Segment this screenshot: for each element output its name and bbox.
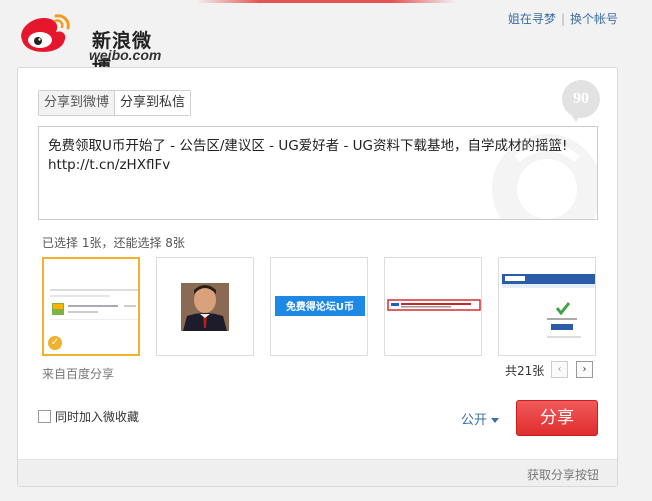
- weibo-logo[interactable]: 新浪微博 weibo.com: [16, 10, 161, 79]
- counter-tail: [570, 113, 582, 122]
- message-textarea[interactable]: 免费领取U币开始了 - 公告区/建议区 - UG爱好者 - UG资料下载基地，自…: [38, 126, 598, 220]
- selected-check-icon: ✓: [48, 336, 62, 350]
- share-dialog: 分享到微博 分享到私信 90 免费领取U币开始了 - 公告区/建议区 - UG爱…: [17, 67, 618, 487]
- visibility-dropdown[interactable]: 公开: [461, 409, 500, 428]
- brand-name-en: weibo.com: [89, 47, 162, 63]
- get-share-button-link[interactable]: 获取分享按钮: [527, 466, 599, 483]
- prev-page-button[interactable]: ‹: [551, 361, 568, 378]
- favorites-checkbox[interactable]: [38, 410, 51, 423]
- visibility-label: 公开: [461, 413, 488, 428]
- tab-share-to-private-message[interactable]: 分享到私信: [115, 91, 191, 115]
- weibo-eye-icon: [21, 14, 70, 52]
- notice-image: [387, 299, 481, 311]
- thumbnail-4[interactable]: [384, 257, 482, 356]
- share-button[interactable]: 分享: [516, 400, 598, 436]
- message-link: http://t.cn/zHXflFv: [48, 157, 171, 173]
- dialog-footer: 获取分享按钮: [18, 459, 617, 486]
- thumbnail-1[interactable]: ✓: [42, 257, 140, 356]
- user-name-link[interactable]: 姐在寻梦: [508, 12, 556, 26]
- separator: |: [560, 12, 565, 26]
- source-label: 来自百度分享: [42, 367, 115, 381]
- top-accent-line: [0, 0, 652, 3]
- thumbnail-2[interactable]: [156, 257, 254, 356]
- chevron-down-icon: [491, 418, 500, 423]
- selected-count-text: 已选择 1张，还能选择 8张: [42, 236, 185, 250]
- top-links: 姐在寻梦 | 换个帐号: [508, 10, 618, 27]
- banner-text: 免费得论坛U币: [286, 300, 354, 313]
- share-tabs: 分享到微博 分享到私信: [38, 90, 192, 116]
- next-page-button[interactable]: ›: [576, 361, 593, 378]
- message-line-1: 免费领取U币开始了 - 公告区/建议区 - UG爱好者 - UG资料下载基地，自…: [48, 138, 568, 154]
- switch-account-link[interactable]: 换个帐号: [570, 12, 618, 26]
- thumbnail-3[interactable]: 免费得论坛U币: [270, 257, 368, 356]
- u-coin-banner-image: 免费得论坛U币: [275, 296, 365, 316]
- tab-share-to-weibo[interactable]: 分享到微博: [39, 91, 116, 115]
- total-count: 共21张: [505, 364, 545, 378]
- image-picker: ✓ 免费得论坛U币: [42, 257, 602, 357]
- add-to-favorites[interactable]: 同时加入微收藏: [38, 408, 139, 425]
- thumbnail-5[interactable]: [498, 257, 596, 356]
- portrait-photo-image: [181, 283, 229, 331]
- favorites-label: 同时加入微收藏: [55, 410, 140, 424]
- renren-page-image: [502, 274, 595, 338]
